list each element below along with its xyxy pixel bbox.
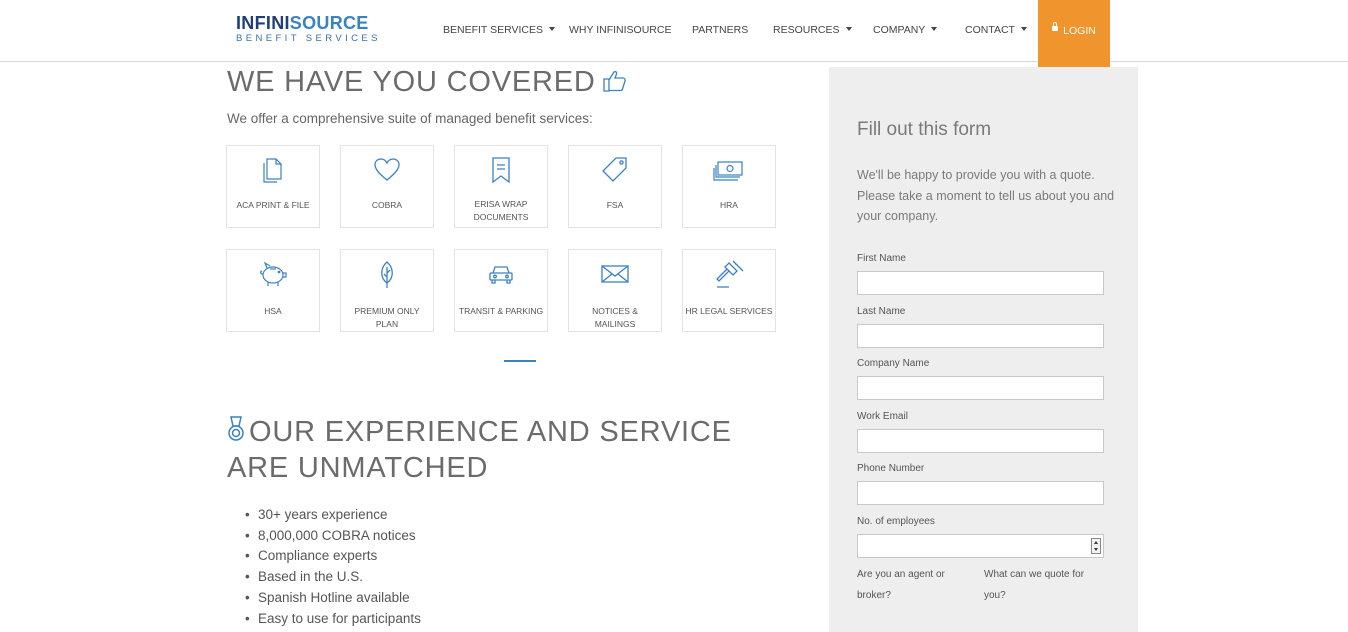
envelope-icon (569, 259, 661, 289)
tile-hr-legal-services[interactable]: HR LEGAL SERVICES (682, 249, 776, 332)
infinisource-logo[interactable]: INFINISOURCE BENEFIT SERVICES (236, 14, 381, 44)
chevron-down-icon (548, 27, 555, 31)
tile-label: COBRA (371, 200, 403, 210)
chevron-down-icon (931, 27, 938, 31)
login-button[interactable]: LOGIN (1038, 0, 1110, 72)
tile-label: HRA (720, 200, 738, 210)
nav-partners[interactable]: PARTNERS (692, 24, 748, 36)
tile-hra[interactable]: HRA (682, 145, 776, 228)
spinner-arrows-icon[interactable] (1091, 538, 1101, 554)
form-title: Fill out this form (857, 119, 992, 140)
login-label: LOGIN (1063, 25, 1096, 37)
nav-resources[interactable]: RESOURCES (773, 24, 852, 36)
experience-heading: OUR EXPERIENCE AND SERVICE ARE UNMATCHED (227, 415, 732, 484)
tile-label: NOTICES & MAILINGS (592, 306, 638, 329)
logo-wordmark: INFINISOURCE (236, 13, 369, 33)
tile-aca-print-file[interactable]: ACA PRINT & FILE (226, 145, 320, 228)
company-name-label: Company Name (857, 358, 930, 369)
tile-label: TRANSIT & PARKING (458, 306, 544, 316)
phone-number-field[interactable] (857, 481, 1104, 505)
lock-icon (1052, 22, 1059, 31)
tile-label: FSA (606, 200, 624, 210)
tile-label: PREMIUM ONLY PLAN (354, 306, 420, 329)
tile-label: ERISA WRAP DOCUMENTS (473, 199, 529, 222)
chevron-down-icon (845, 27, 852, 31)
work-email-label: Work Email (857, 411, 908, 422)
covered-intro: We offer a comprehensive suite of manage… (227, 111, 593, 126)
car-icon (455, 259, 547, 289)
tile-label: ACA PRINT & FILE (236, 200, 310, 210)
leaf-icon (341, 259, 433, 289)
first-name-field[interactable] (857, 271, 1104, 295)
first-name-label: First Name (857, 253, 906, 264)
quote-question-label: What can we quote for you? (984, 569, 1085, 601)
piggy-bank-icon (227, 259, 319, 289)
money-icon (683, 155, 775, 185)
tile-transit-parking[interactable]: TRANSIT & PARKING (454, 249, 548, 332)
list-item: Easy to use for participants (245, 609, 421, 630)
gavel-icon (683, 259, 775, 289)
work-email-field[interactable] (857, 429, 1104, 453)
form-intro: We'll be happy to provide you with a quo… (857, 168, 1115, 223)
documents-icon (227, 155, 319, 185)
nav-company[interactable]: COMPANY (873, 24, 938, 36)
thumbs-up-icon (602, 68, 628, 101)
last-name-label: Last Name (857, 306, 906, 317)
list-item: Based in the U.S. (245, 567, 421, 588)
nav-benefit-services[interactable]: BENEFIT SERVICES (443, 24, 555, 36)
medal-icon (227, 415, 245, 451)
tile-cobra[interactable]: COBRA (340, 145, 434, 228)
section-divider (504, 360, 536, 362)
tile-notices-mailings[interactable]: NOTICES & MAILINGS (568, 249, 662, 332)
employees-label: No. of employees (857, 516, 935, 527)
quote-form-panel: Fill out this form We'll be happy to pro… (829, 67, 1138, 632)
tile-premium-only-plan[interactable]: PREMIUM ONLY PLAN (340, 249, 434, 332)
last-name-field[interactable] (857, 324, 1104, 348)
agent-question-label: Are you an agent or broker? (857, 569, 945, 601)
nav-why-infinisource[interactable]: WHY INFINISOURCE (569, 24, 671, 36)
nav-contact[interactable]: CONTACT (965, 24, 1027, 36)
tile-label: HSA (264, 306, 282, 316)
tile-fsa[interactable]: FSA (568, 145, 662, 228)
phone-number-label: Phone Number (857, 463, 925, 474)
tile-hsa[interactable]: HSA (226, 249, 320, 332)
tile-erisa-wrap-documents[interactable]: ERISA WRAP DOCUMENTS (454, 145, 548, 228)
heart-icon (341, 155, 433, 185)
bookmark-icon (455, 155, 547, 185)
list-item: 8,000,000 COBRA notices (245, 526, 421, 547)
list-item: Spanish Hotline available (245, 588, 421, 609)
tile-label: HR LEGAL SERVICES (685, 306, 773, 316)
company-name-field[interactable] (857, 376, 1104, 400)
list-item: 30+ years experience (245, 505, 421, 526)
covered-heading: WE HAVE YOU COVERED (227, 66, 628, 101)
employees-stepper[interactable] (857, 534, 1104, 558)
list-item: Compliance experts (245, 546, 421, 567)
experience-list: 30+ years experience 8,000,000 COBRA not… (245, 505, 421, 629)
chevron-down-icon (1020, 27, 1027, 31)
site-header: INFINISOURCE BENEFIT SERVICES BENEFIT SE… (0, 0, 1348, 72)
logo-tagline: BENEFIT SERVICES (236, 33, 381, 44)
tag-icon (569, 155, 661, 185)
